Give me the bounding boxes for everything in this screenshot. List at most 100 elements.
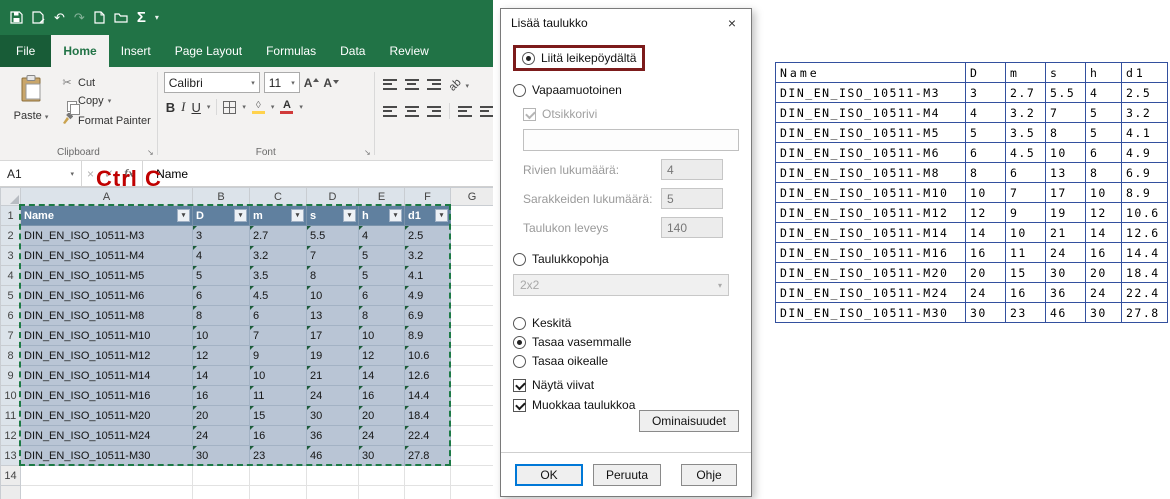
caret-down-icon[interactable]: ▾ (299, 103, 303, 111)
align-top-icon[interactable] (383, 79, 397, 90)
cell[interactable]: 15 (250, 406, 307, 426)
row-header[interactable]: 1 (1, 206, 21, 226)
row-header[interactable]: 12 (1, 426, 21, 446)
italic-button[interactable]: I (181, 99, 185, 115)
cell[interactable]: 17 (307, 326, 359, 346)
filter-icon[interactable]: ▾ (435, 209, 448, 222)
decrease-font-size-button[interactable]: A (323, 76, 339, 90)
table-template-radio[interactable]: Taulukkopohja (513, 252, 739, 266)
properties-button[interactable]: Ominaisuudet (639, 410, 739, 432)
cell[interactable]: 19 (307, 346, 359, 366)
filter-icon[interactable]: ▾ (343, 209, 356, 222)
cell[interactable]: 2.7 (250, 226, 307, 246)
cell[interactable]: 24 (307, 386, 359, 406)
cell[interactable]: 3 (193, 226, 250, 246)
column-header[interactable]: E (359, 188, 405, 206)
tab-data[interactable]: Data (328, 35, 377, 67)
cell[interactable]: 21 (307, 366, 359, 386)
cell[interactable]: 10 (307, 286, 359, 306)
font-dialog-launcher-icon[interactable]: ↘ (364, 148, 371, 157)
cell[interactable]: 10.6 (405, 346, 451, 366)
cell[interactable] (307, 466, 359, 486)
row-header[interactable]: 10 (1, 386, 21, 406)
cell[interactable] (451, 366, 494, 386)
caret-down-icon[interactable]: ▾ (271, 103, 275, 111)
cell[interactable]: 4 (193, 246, 250, 266)
cell[interactable]: 20 (193, 406, 250, 426)
cell[interactable] (451, 326, 494, 346)
cell[interactable]: 6 (193, 286, 250, 306)
filter-icon[interactable]: ▾ (389, 209, 402, 222)
column-header[interactable]: G (451, 188, 494, 206)
tab-page-layout[interactable]: Page Layout (163, 35, 254, 67)
caret-down-icon[interactable]: ▾ (207, 103, 211, 111)
cell[interactable]: 5.5 (307, 226, 359, 246)
cell[interactable] (193, 466, 250, 486)
row-header[interactable]: 3 (1, 246, 21, 266)
cell[interactable] (451, 446, 494, 466)
new-document-button[interactable] (94, 11, 105, 24)
tab-file[interactable]: File (0, 35, 51, 67)
cell[interactable]: DIN_EN_ISO_10511-M16 (21, 386, 193, 406)
tab-home[interactable]: Home (51, 35, 108, 67)
increase-font-size-button[interactable]: A (304, 76, 320, 90)
cell[interactable]: 46 (307, 446, 359, 466)
cell[interactable] (451, 206, 494, 226)
row-header[interactable]: 2 (1, 226, 21, 246)
cell[interactable]: 10 (359, 326, 405, 346)
cell[interactable]: 10 (193, 326, 250, 346)
cell[interactable]: 5 (359, 246, 405, 266)
align-bottom-icon[interactable] (427, 79, 441, 90)
cell[interactable]: 8 (307, 266, 359, 286)
cell[interactable]: 5 (193, 266, 250, 286)
row-header[interactable]: 7 (1, 326, 21, 346)
decrease-indent-icon[interactable] (458, 106, 472, 117)
row-header[interactable]: 5 (1, 286, 21, 306)
column-header[interactable]: D (307, 188, 359, 206)
caret-down-icon[interactable]: ▾ (242, 103, 246, 111)
row-header[interactable]: 8 (1, 346, 21, 366)
borders-icon[interactable] (223, 101, 236, 114)
clipboard-dialog-launcher-icon[interactable]: ↘ (147, 148, 154, 157)
cell[interactable]: DIN_EN_ISO_10511-M10 (21, 326, 193, 346)
cell[interactable]: 16 (250, 426, 307, 446)
bold-button[interactable]: B (166, 100, 175, 115)
freeform-radio[interactable]: Vapaamuotoinen (513, 83, 739, 97)
cell[interactable]: 14 (193, 366, 250, 386)
filter-icon[interactable]: ▾ (234, 209, 247, 222)
cell[interactable] (21, 466, 193, 486)
cell[interactable] (405, 466, 451, 486)
cell[interactable] (451, 286, 494, 306)
cell[interactable]: DIN_EN_ISO_10511-M14 (21, 366, 193, 386)
cell[interactable]: DIN_EN_ISO_10511-M5 (21, 266, 193, 286)
cell[interactable]: 14.4 (405, 386, 451, 406)
increase-indent-icon[interactable] (480, 106, 493, 117)
cell[interactable]: 16 (359, 386, 405, 406)
cell[interactable]: 8.9 (405, 326, 451, 346)
open-button[interactable] (114, 12, 128, 23)
align-right-icon[interactable] (427, 106, 441, 117)
format-painter-button[interactable]: Format Painter (60, 113, 151, 128)
cell[interactable]: 11 (250, 386, 307, 406)
cell[interactable]: 4.1 (405, 266, 451, 286)
copy-button[interactable]: Copy ▾ (60, 95, 151, 107)
tab-formulas[interactable]: Formulas (254, 35, 328, 67)
cell[interactable]: 16 (193, 386, 250, 406)
cell[interactable]: DIN_EN_ISO_10511-M4 (21, 246, 193, 266)
cell[interactable]: 30 (359, 446, 405, 466)
align-left-radio[interactable]: Tasaa vasemmalle (513, 335, 739, 349)
cell[interactable]: 7 (250, 326, 307, 346)
tab-insert[interactable]: Insert (109, 35, 163, 67)
row-header[interactable]: 13 (1, 446, 21, 466)
cell[interactable]: 23 (250, 446, 307, 466)
cell[interactable] (451, 306, 494, 326)
column-header[interactable]: C (250, 188, 307, 206)
show-lines-checkbox[interactable]: Näytä viivat (513, 378, 739, 392)
cell[interactable]: 4.5 (250, 286, 307, 306)
cell[interactable]: 2.5 (405, 226, 451, 246)
cell[interactable]: 10 (250, 366, 307, 386)
cell[interactable]: DIN_EN_ISO_10511-M20 (21, 406, 193, 426)
cell[interactable] (451, 346, 494, 366)
filter-icon[interactable]: ▾ (291, 209, 304, 222)
orientation-button[interactable]: ab ▾ (449, 75, 469, 93)
